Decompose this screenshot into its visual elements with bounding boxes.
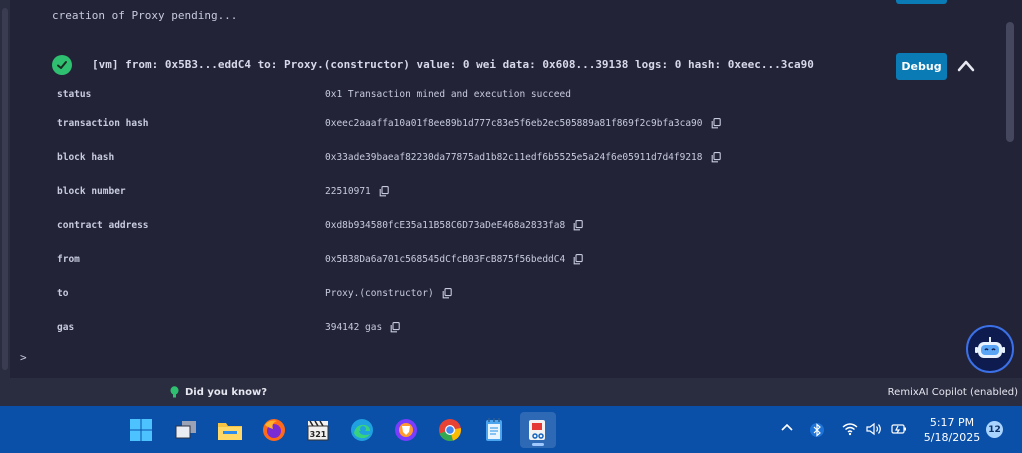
file-explorer-icon[interactable] [212,412,248,448]
detail-value: 0xeec2aaaffa10a01f8ee89b1d777c83e5f6eb2e… [325,118,721,129]
detail-row: status 0x1 Transaction mined and executio… [57,89,757,103]
detail-value-text: 0x33ade39baeaf82230da77875ad1b82c11edf6b… [325,152,703,163]
copy-icon[interactable] [711,118,721,129]
firefox-icon[interactable] [256,412,292,448]
detail-row: from 0x5B38Da6a701c568545dCfcB03FcB875f56… [57,254,757,268]
clock-date: 5/18/2025 [923,431,981,444]
brave-icon[interactable] [388,412,424,448]
svg-text:321: 321 [310,430,327,439]
detail-row: gas 394142 gas [57,322,757,336]
chevron-up-tray-icon[interactable] [780,422,794,432]
status-bar: Did you know? RemixAI Copilot (enabled) [0,378,1022,406]
copy-icon[interactable] [390,322,400,333]
previous-debug-button[interactable] [896,0,947,4]
detail-value-text: 0xd8b934580fcE35a11B58C6D73aDeE468a2833f… [325,220,566,231]
did-you-know-tip[interactable]: Did you know? [170,386,267,398]
copy-icon[interactable] [573,254,583,265]
detail-row: block hash 0x33ade39baeaf82230da77875ad1b… [57,152,757,166]
detail-value-text: 0xeec2aaaffa10a01f8ee89b1d777c83e5f6eb2e… [325,118,703,129]
check-circle-icon [52,55,72,75]
snipping-tool-icon[interactable] [520,412,556,448]
lightbulb-icon [170,386,179,398]
detail-row: transaction hash 0xeec2aaaffa10a01f8ee89b… [57,118,757,132]
detail-key: contract address [57,220,149,231]
terminal-panel: creation of Proxy pending... [vm] from: … [0,0,1022,378]
clapperboard-icon[interactable]: 321 [300,412,336,448]
left-scrollbar[interactable] [0,0,10,378]
notification-badge[interactable]: 12 [986,421,1003,438]
detail-key: block number [57,186,126,197]
detail-value: Proxy.(constructor) [325,288,452,299]
detail-value-text: Proxy.(constructor) [325,288,434,299]
detail-key: to [57,288,69,299]
left-scrollbar-thumb[interactable] [2,8,8,370]
copy-icon[interactable] [711,152,721,163]
detail-value: 394142 gas [325,322,400,333]
copy-icon[interactable] [573,220,583,231]
terminal-prompt[interactable]: > [20,351,27,364]
wifi-icon[interactable] [842,422,858,436]
speaker-icon[interactable] [866,422,882,436]
terminal-scrollbar-thumb[interactable] [1006,22,1014,142]
notepad-icon[interactable] [476,412,512,448]
copilot-robot-icon[interactable] [966,325,1014,373]
detail-row: contract address 0xd8b934580fcE35a11B58C6… [57,220,757,234]
copilot-status[interactable]: RemixAI Copilot (enabled) [888,387,1018,398]
clock-time: 5:17 PM [929,416,975,429]
detail-value-text: 0x5B38Da6a701c568545dCfcB03FcB875f56bedd… [325,254,566,265]
debug-button[interactable]: Debug [896,53,947,80]
detail-key: transaction hash [57,118,149,129]
detail-key: from [57,254,80,265]
transaction-summary[interactable]: [vm] from: 0x5B3...eddC4 to: Proxy.(cons… [92,58,814,71]
detail-value: 0x1 Transaction mined and execution succ… [325,89,571,100]
detail-row: to Proxy.(constructor) [57,288,757,302]
detail-key: status [57,89,92,100]
detail-value-text: 0x1 Transaction mined and execution succ… [325,89,571,100]
copy-icon[interactable] [442,288,452,299]
tip-label: Did you know? [185,386,268,398]
task-view-icon[interactable] [168,412,204,448]
transaction-header[interactable]: [vm] from: 0x5B3...eddC4 to: Proxy.(cons… [52,53,982,80]
windows-start-icon[interactable] [123,412,159,448]
detail-value: 0x33ade39baeaf82230da77875ad1b82c11edf6b… [325,152,721,163]
detail-key: block hash [57,152,115,163]
detail-value-text: 22510971 [325,186,371,197]
detail-key: gas [57,322,75,333]
edge-icon[interactable] [344,412,380,448]
detail-row: block number 22510971 [57,186,757,200]
detail-value: 0xd8b934580fcE35a11B58C6D73aDeE468a2833f… [325,220,583,231]
chrome-icon[interactable] [432,412,468,448]
taskbar: 321 5:17 PM 5/18/2025 12 [0,406,1022,453]
chevron-up-icon[interactable] [956,57,976,75]
copy-icon[interactable] [379,186,389,197]
detail-value: 22510971 [325,186,389,197]
detail-value: 0x5B38Da6a701c568545dCfcB03FcB875f56bedd… [325,254,583,265]
system-clock[interactable]: 5:17 PM 5/18/2025 [920,415,984,445]
battery-icon[interactable] [890,422,908,436]
pending-message: creation of Proxy pending... [52,9,238,22]
detail-value-text: 394142 gas [325,322,383,333]
bluetooth-icon[interactable] [810,422,824,438]
